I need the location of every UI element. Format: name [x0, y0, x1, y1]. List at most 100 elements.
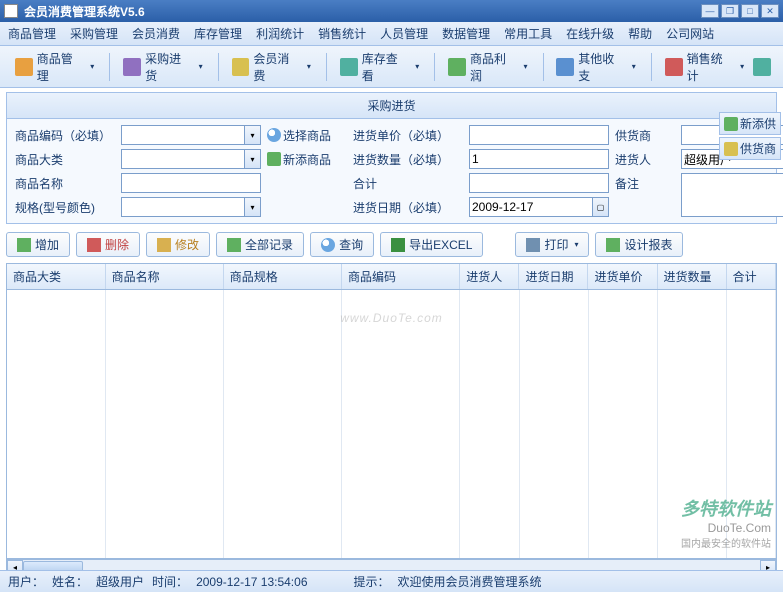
menu-10[interactable]: 帮助: [628, 25, 652, 42]
column-header-3[interactable]: 商品编码: [342, 264, 460, 289]
column-header-6[interactable]: 进货单价: [588, 264, 657, 289]
spec-input[interactable]: [121, 197, 245, 217]
column-header-8[interactable]: 合计: [727, 264, 776, 289]
column-header-7[interactable]: 进货数量: [658, 264, 727, 289]
app-icon: [4, 4, 18, 18]
print-label: 打印: [544, 236, 568, 253]
plus-icon: [17, 238, 31, 252]
all-label: 全部记录: [245, 236, 293, 253]
chevron-down-icon[interactable]: ▾: [245, 197, 261, 217]
new-supplier-side-button[interactable]: 新添供: [719, 112, 781, 135]
menu-4[interactable]: 利润统计: [256, 25, 304, 42]
name-label: 商品名称: [15, 175, 115, 192]
design-report-button[interactable]: 设计报表: [595, 232, 683, 257]
all-records-button[interactable]: 全部记录: [216, 232, 304, 257]
column-header-2[interactable]: 商品规格: [224, 264, 342, 289]
tool-label: 商品管理: [37, 50, 85, 84]
supplier-list-side-button[interactable]: 供货商: [719, 137, 781, 160]
tool-label: 销售统计: [687, 50, 735, 84]
tool-member[interactable]: 会员消费▾: [225, 45, 318, 89]
modify-button[interactable]: 修改: [146, 232, 210, 257]
new-product-link[interactable]: 新添商品: [267, 151, 347, 168]
chevron-down-icon: ▾: [574, 240, 578, 249]
status-name-label: 姓名：: [52, 573, 88, 590]
qty-input[interactable]: [469, 149, 609, 169]
tool-label: 其他收支: [578, 50, 626, 84]
chevron-down-icon[interactable]: ▾: [245, 149, 261, 169]
export-excel-button[interactable]: 导出EXCEL: [380, 232, 483, 257]
date-input[interactable]: [469, 197, 593, 217]
column-header-5[interactable]: 进货日期: [519, 264, 588, 289]
maximize-button[interactable]: □: [741, 4, 759, 18]
titlebar: 会员消费管理系统V5.6 — ❐ □ ✕: [0, 0, 783, 22]
add-label: 增加: [35, 236, 59, 253]
category-combo[interactable]: ▾: [121, 149, 261, 169]
menu-9[interactable]: 在线升级: [566, 25, 614, 42]
product-code-input[interactable]: [121, 125, 245, 145]
category-input[interactable]: [121, 149, 245, 169]
total-input[interactable]: [469, 173, 609, 193]
unit-price-label: 进货单价（必填）: [353, 127, 463, 144]
menu-0[interactable]: 商品管理: [8, 25, 56, 42]
column-header-4[interactable]: 进货人: [460, 264, 519, 289]
tool-purchase[interactable]: 采购进货▾: [116, 45, 209, 89]
minus-icon: [87, 238, 101, 252]
tool-product[interactable]: 商品管理▾: [8, 45, 101, 89]
separator: [434, 53, 435, 81]
menu-2[interactable]: 会员消费: [132, 25, 180, 42]
delete-label: 删除: [105, 236, 129, 253]
tool-sales[interactable]: 销售统计▾: [658, 45, 751, 89]
menu-7[interactable]: 数据管理: [442, 25, 490, 42]
check-icon: [606, 238, 620, 252]
plus-icon: [267, 152, 281, 166]
remark-textarea[interactable]: [681, 173, 783, 217]
print-button[interactable]: 打印 ▾: [515, 232, 589, 257]
minimize-button[interactable]: —: [701, 4, 719, 18]
product-code-label: 商品编码（必填）: [15, 127, 115, 144]
excel-icon: [391, 238, 405, 252]
column-header-0[interactable]: 商品大类: [7, 264, 106, 289]
table-column: [520, 290, 589, 559]
spec-combo[interactable]: ▾: [121, 197, 261, 217]
table-header: 商品大类商品名称商品规格商品编码进货人进货日期进货单价进货数量合计: [7, 264, 776, 290]
menu-6[interactable]: 人员管理: [380, 25, 428, 42]
data-table: 商品大类商品名称商品规格商品编码进货人进货日期进货单价进货数量合计 www.Du…: [6, 263, 777, 559]
people-icon[interactable]: [753, 58, 771, 76]
add-button[interactable]: 增加: [6, 232, 70, 257]
pencil-icon: [157, 238, 171, 252]
calendar-icon[interactable]: ▢: [593, 197, 609, 217]
product-code-combo[interactable]: ▾: [121, 125, 261, 145]
date-picker[interactable]: ▢: [469, 197, 609, 217]
delete-button[interactable]: 删除: [76, 232, 140, 257]
tool-label: 库存查看: [362, 50, 410, 84]
tool-member-icon: [232, 58, 250, 76]
category-label: 商品大类: [15, 151, 115, 168]
status-tip-label: 提示：: [354, 573, 390, 590]
tool-profit[interactable]: 商品利润▾: [441, 45, 534, 89]
check-icon: [227, 238, 241, 252]
plus-icon: [724, 117, 738, 131]
separator: [651, 53, 652, 81]
search-button[interactable]: 查询: [310, 232, 374, 257]
tool-other[interactable]: 其他收支▾: [549, 45, 642, 89]
select-product-link[interactable]: 选择商品: [267, 127, 347, 144]
column-header-1[interactable]: 商品名称: [106, 264, 224, 289]
name-input[interactable]: [121, 173, 261, 193]
table-body: [7, 290, 776, 559]
unit-price-input[interactable]: [469, 125, 609, 145]
remark-label: 备注: [615, 175, 675, 192]
menu-11[interactable]: 公司网站: [666, 25, 714, 42]
menu-5[interactable]: 销售统计: [318, 25, 366, 42]
chevron-down-icon: ▾: [199, 62, 203, 71]
side-btn-label: 新添供: [740, 115, 776, 132]
tool-stock[interactable]: 库存查看▾: [333, 45, 426, 89]
side-btn-label: 供货商: [740, 140, 776, 157]
chevron-down-icon[interactable]: ▾: [245, 125, 261, 145]
panel-title: 采购进货: [6, 92, 777, 118]
close-button[interactable]: ✕: [761, 4, 779, 18]
menu-3[interactable]: 库存管理: [194, 25, 242, 42]
export-label: 导出EXCEL: [409, 236, 472, 253]
menu-1[interactable]: 采购管理: [70, 25, 118, 42]
menu-8[interactable]: 常用工具: [504, 25, 552, 42]
restore-button[interactable]: ❐: [721, 4, 739, 18]
